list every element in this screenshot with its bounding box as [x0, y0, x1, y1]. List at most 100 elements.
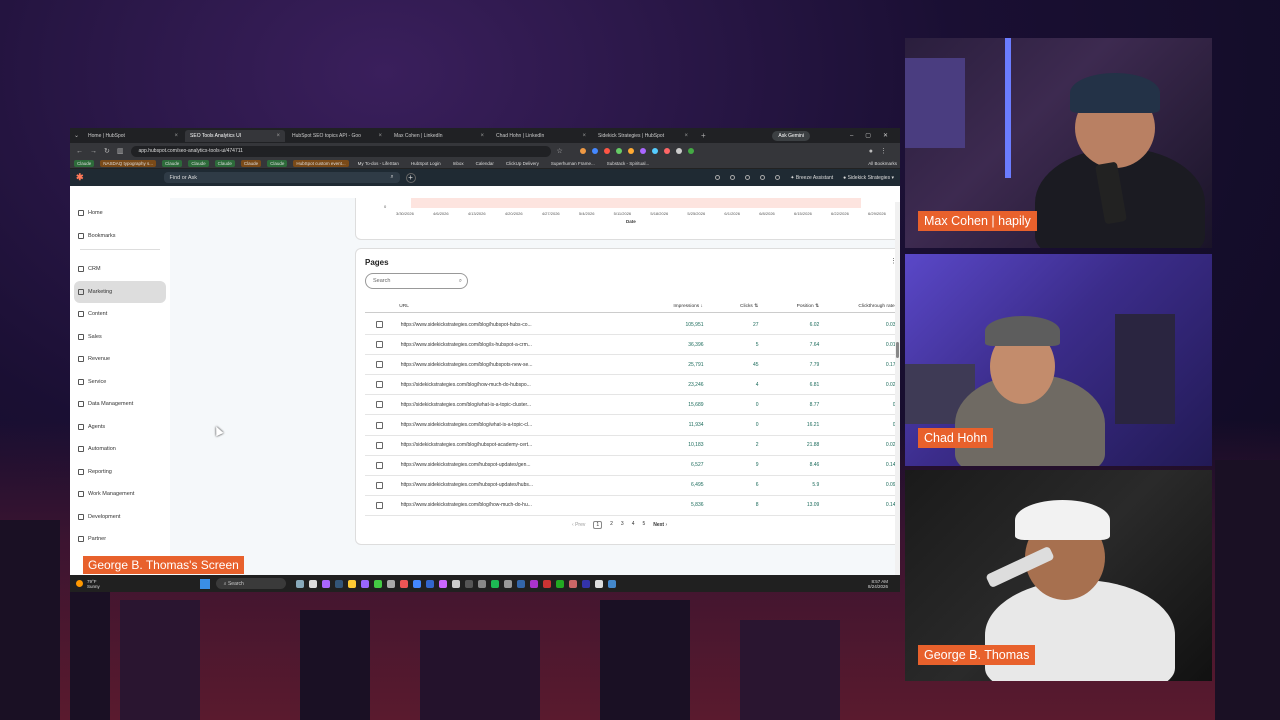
extension-icon[interactable] [603, 148, 610, 154]
page-scrollbar[interactable] [895, 202, 900, 592]
row-url[interactable]: https://www.sidekickstrategies.com/blog/… [401, 322, 567, 328]
app-icon[interactable] [477, 579, 486, 588]
bookmark-item[interactable]: Claude [162, 160, 183, 167]
table-row[interactable]: https://www.sidekickstrategies.com/hubsp… [365, 456, 900, 476]
bookmark-item[interactable]: Claude [240, 160, 262, 167]
row-url[interactable]: https://www.sidekickstrategies.com/blog/… [401, 502, 567, 508]
app-icon[interactable] [464, 579, 473, 588]
app-icon[interactable] [425, 579, 434, 588]
taskbar-search[interactable]: ⌕ Search [215, 578, 286, 589]
sidebar-item-sales[interactable]: Sales [70, 326, 170, 349]
bookmark-item[interactable]: My To-dos - LifeStan [355, 160, 402, 167]
column-clicks[interactable]: Clicks ⇅ [703, 304, 758, 309]
app-icon[interactable] [308, 579, 317, 588]
sidebar-item-reporting[interactable]: Reporting [70, 461, 170, 484]
app-icon[interactable] [386, 579, 395, 588]
notifications-icon[interactable] [775, 175, 781, 180]
app-icon[interactable] [360, 579, 369, 588]
app-icon[interactable] [607, 579, 616, 588]
forward-icon[interactable]: → [90, 148, 97, 155]
extension-icon[interactable] [639, 148, 646, 154]
app-icon[interactable] [412, 579, 421, 588]
page-number-button[interactable]: 1 [593, 521, 603, 529]
app-icon[interactable] [542, 579, 551, 588]
row-checkbox[interactable] [376, 461, 383, 469]
app-icon[interactable] [451, 579, 460, 588]
app-icon[interactable] [295, 579, 304, 588]
page-number-button[interactable]: 4 [632, 521, 635, 529]
app-icon[interactable] [568, 579, 577, 588]
bookmark-item[interactable]: NASDAQ typography s... [100, 160, 157, 167]
weather-widget[interactable]: 79°F Sunny [87, 579, 100, 589]
breeze-assistant-button[interactable]: ✦ Breeze Assistant [790, 175, 833, 181]
app-icon[interactable] [438, 579, 447, 588]
sidebar-item-marketing[interactable]: Marketing [74, 280, 166, 303]
column-position[interactable]: Position ⇅ [758, 304, 819, 309]
table-row[interactable]: https://sidekickstrategies.com/blog/hubs… [365, 436, 900, 456]
settings-icon[interactable] [760, 175, 766, 180]
sidebar-item-service[interactable]: Service [70, 371, 170, 394]
browser-tab[interactable]: Sidekick Strategies | HubSpot × [593, 130, 693, 142]
browser-tab[interactable]: Home | HubSpot × [83, 130, 183, 142]
hubspot-logo-icon[interactable]: ✱ [76, 172, 84, 183]
windows-start-icon[interactable] [199, 578, 210, 589]
bookmark-item[interactable]: Claude [214, 160, 235, 167]
back-icon[interactable]: ← [76, 148, 83, 155]
sidebar-item-development[interactable]: Development [70, 506, 170, 529]
row-url[interactable]: https://www.sidekickstrategies.com/hubsp… [401, 462, 567, 468]
app-icon[interactable] [581, 579, 590, 588]
browser-tab[interactable]: Max Cohen | LinkedIn × [389, 130, 489, 142]
bookmark-item[interactable]: Claude [74, 160, 95, 167]
table-row[interactable]: https://www.sidekickstrategies.com/blog/… [365, 315, 900, 335]
bookmark-item[interactable]: Inbox [450, 160, 467, 167]
close-tab-icon[interactable]: × [277, 133, 281, 139]
tab-search-icon[interactable]: ⌄ [74, 132, 79, 139]
ask-gemini-button[interactable]: Ask Gemini [772, 130, 810, 141]
page-number-button[interactable]: 5 [642, 521, 645, 529]
close-icon[interactable]: ✕ [883, 132, 888, 139]
row-url[interactable]: https://www.sidekickstrategies.com/blog/… [401, 342, 567, 348]
row-checkbox[interactable] [376, 401, 383, 409]
extension-icon[interactable] [687, 148, 694, 154]
extension-icon[interactable] [675, 148, 682, 154]
maximize-icon[interactable]: ▢ [865, 132, 871, 139]
close-tab-icon[interactable]: × [481, 133, 485, 139]
prev-page-button[interactable]: ‹ Prev [572, 522, 585, 528]
bookmark-item[interactable]: Claude [188, 160, 209, 167]
profile-icon[interactable]: ● [869, 148, 873, 155]
sidebar-item-agents[interactable]: Agents [70, 416, 170, 439]
create-button[interactable]: + [405, 172, 416, 183]
row-checkbox[interactable] [376, 481, 383, 489]
account-menu[interactable]: ● Sidekick Strategies ▾ [843, 175, 894, 181]
app-icon[interactable] [555, 579, 564, 588]
app-icon[interactable] [490, 579, 499, 588]
column-ctr[interactable]: Clickthrough rate ⇅ [819, 304, 900, 309]
app-icon[interactable] [373, 579, 382, 588]
row-checkbox[interactable] [376, 421, 383, 429]
sidebar-item-work-management[interactable]: Work Management [70, 483, 170, 506]
extension-icon[interactable] [615, 148, 622, 154]
bookmark-item[interactable]: HubSpot Login [408, 160, 444, 167]
table-row[interactable]: https://sidekickstrategies.com/blog/what… [365, 395, 900, 416]
app-icon[interactable] [321, 579, 330, 588]
url-field[interactable]: app.hubspot.com/seo-analytics-tools-ui/4… [130, 145, 551, 157]
close-tab-icon[interactable]: × [379, 133, 383, 139]
row-url[interactable]: https://sidekickstrategies.com/blog/hubs… [401, 442, 567, 448]
app-icon[interactable] [399, 579, 408, 588]
app-icon[interactable] [503, 579, 512, 588]
row-checkbox[interactable] [376, 381, 383, 389]
sidebar-item-home[interactable]: Home [70, 202, 170, 225]
sidebar-item-crm[interactable]: CRM [70, 258, 170, 281]
marketplace-icon[interactable] [730, 175, 736, 180]
bookmark-item[interactable]: Claude [267, 160, 288, 167]
app-icon[interactable] [594, 579, 603, 588]
bookmark-item[interactable]: Substack - Spiritual... [604, 160, 653, 167]
table-row[interactable]: https://www.sidekickstrategies.com/blog/… [365, 496, 900, 516]
row-url[interactable]: https://www.sidekickstrategies.com/blog/… [401, 422, 567, 428]
row-url[interactable]: https://sidekickstrategies.com/blog/how-… [401, 382, 567, 388]
sidebar-item-automation[interactable]: Automation [70, 438, 170, 461]
extension-icon[interactable] [627, 148, 634, 154]
minimize-icon[interactable]: – [850, 133, 853, 139]
next-page-button[interactable]: Next › [653, 522, 667, 528]
system-clock[interactable]: 8:57 AM 8/24/2026 [868, 579, 888, 589]
